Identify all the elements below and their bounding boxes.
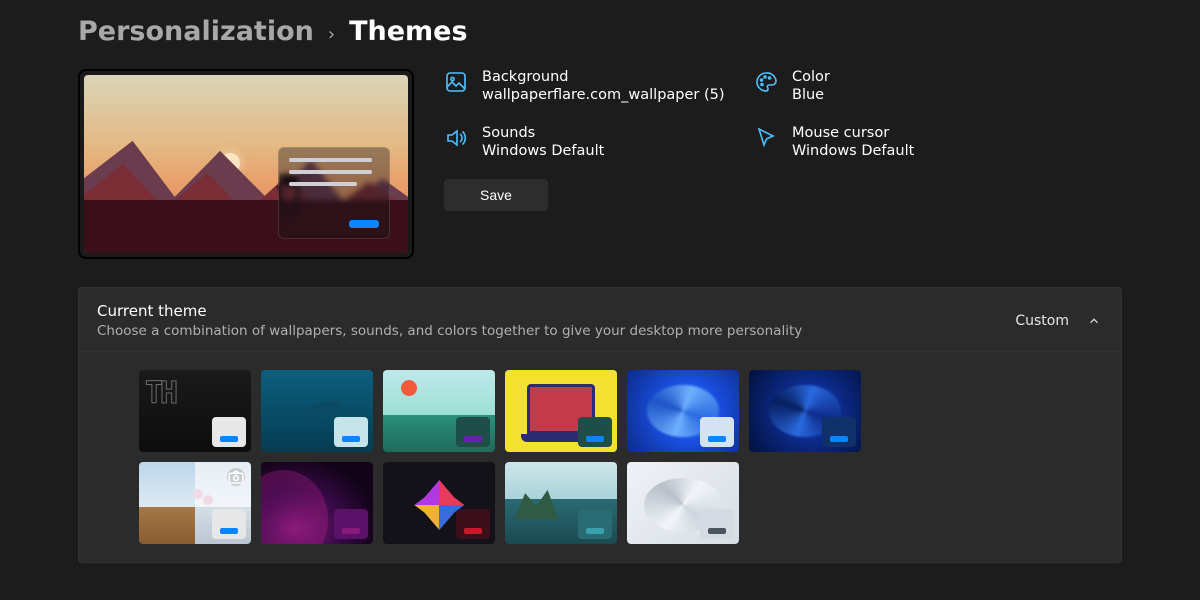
theme-option[interactable] bbox=[627, 462, 739, 544]
theme-color-tag bbox=[700, 509, 734, 539]
preview-flyout bbox=[278, 147, 390, 239]
camera-icon bbox=[227, 468, 245, 486]
sound-icon bbox=[444, 126, 468, 150]
color-setting[interactable]: Color Blue bbox=[754, 69, 1122, 103]
theme-color-tag bbox=[456, 417, 490, 447]
breadcrumb-parent[interactable]: Personalization bbox=[78, 16, 314, 47]
sounds-title: Sounds bbox=[482, 125, 604, 141]
current-theme-header[interactable]: Current theme Choose a combination of wa… bbox=[79, 288, 1121, 352]
current-theme-subtitle: Choose a combination of wallpapers, soun… bbox=[97, 323, 1015, 339]
cursor-icon bbox=[754, 126, 778, 150]
theme-option[interactable] bbox=[749, 370, 861, 452]
palette-icon bbox=[754, 70, 778, 94]
theme-color-tag bbox=[578, 509, 612, 539]
current-theme-value: Custom bbox=[1015, 313, 1069, 329]
theme-option[interactable] bbox=[383, 462, 495, 544]
sounds-value: Windows Default bbox=[482, 143, 604, 159]
breadcrumb: Personalization › Themes bbox=[78, 16, 1122, 47]
theme-color-tag bbox=[334, 509, 368, 539]
theme-option[interactable]: TH bbox=[139, 370, 251, 452]
background-title: Background bbox=[482, 69, 725, 85]
theme-option[interactable] bbox=[383, 370, 495, 452]
breadcrumb-current: Themes bbox=[349, 16, 467, 47]
theme-color-tag bbox=[334, 417, 368, 447]
theme-option[interactable] bbox=[261, 462, 373, 544]
theme-option[interactable] bbox=[627, 370, 739, 452]
theme-color-tag bbox=[212, 417, 246, 447]
current-theme-title: Current theme bbox=[97, 302, 1015, 320]
cursor-setting[interactable]: Mouse cursor Windows Default bbox=[754, 125, 1122, 159]
background-setting[interactable]: Background wallpaperflare.com_wallpaper … bbox=[444, 69, 744, 103]
theme-option[interactable] bbox=[505, 370, 617, 452]
theme-color-tag bbox=[456, 509, 490, 539]
sounds-setting[interactable]: Sounds Windows Default bbox=[444, 125, 744, 159]
theme-color-tag bbox=[578, 417, 612, 447]
current-theme-panel: Current theme Choose a combination of wa… bbox=[78, 287, 1122, 563]
theme-color-tag bbox=[700, 417, 734, 447]
cursor-title: Mouse cursor bbox=[792, 125, 914, 141]
theme-option[interactable] bbox=[261, 370, 373, 452]
image-icon bbox=[444, 70, 468, 94]
theme-option[interactable] bbox=[505, 462, 617, 544]
theme-option[interactable] bbox=[139, 462, 251, 544]
save-button[interactable]: Save bbox=[444, 179, 548, 211]
background-value: wallpaperflare.com_wallpaper (5) bbox=[482, 87, 725, 103]
cursor-value: Windows Default bbox=[792, 143, 914, 159]
theme-color-tag bbox=[212, 509, 246, 539]
chevron-up-icon bbox=[1087, 314, 1101, 328]
breadcrumb-separator: › bbox=[328, 24, 335, 45]
themes-grid: TH bbox=[79, 352, 979, 562]
theme-preview bbox=[78, 69, 414, 259]
color-title: Color bbox=[792, 69, 830, 85]
color-value: Blue bbox=[792, 87, 830, 103]
theme-color-tag bbox=[822, 417, 856, 447]
